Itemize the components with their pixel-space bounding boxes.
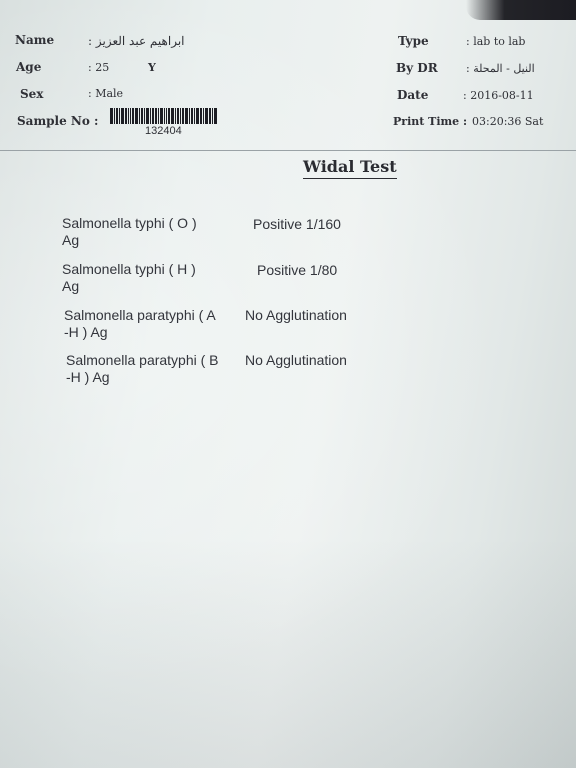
test-name-line: Ag xyxy=(62,278,80,294)
print-time-label: Print Time : xyxy=(393,115,468,128)
test-result-paratyphi-ah: No Agglutination xyxy=(245,307,347,323)
test-name-line: Salmonella paratyphi ( B xyxy=(66,352,219,368)
test-name-paratyphi-bh: Salmonella paratyphi ( B -H ) Ag xyxy=(66,352,246,386)
date-label: Date xyxy=(397,88,429,102)
print-time-value: 03:20:36 Sat xyxy=(472,115,544,128)
date-value: : 2016-08-11 xyxy=(463,89,534,102)
type-label: Type xyxy=(398,34,429,48)
test-name-line: Salmonella paratyphi ( A xyxy=(64,307,216,323)
doctor-value: : النيل - المحلة xyxy=(466,62,535,75)
sex-value: : Male xyxy=(88,87,124,100)
test-result-paratyphi-bh: No Agglutination xyxy=(245,352,347,368)
test-result-typhi-h: Positive 1/80 xyxy=(257,262,338,278)
test-name-paratyphi-ah: Salmonella paratyphi ( A -H ) Ag xyxy=(64,307,244,341)
test-result-typhi-o: Positive 1/160 xyxy=(253,216,341,232)
test-name-line: -H ) Ag xyxy=(64,324,108,340)
sample-number-label: Sample No : xyxy=(17,114,99,128)
age-label: Age xyxy=(16,60,42,74)
test-name-line: Ag xyxy=(62,232,80,248)
header-divider xyxy=(0,150,576,151)
sample-barcode xyxy=(110,108,226,124)
test-name-line: Salmonella typhi ( O ) xyxy=(62,215,197,231)
name-label: Name xyxy=(15,33,55,47)
photo-edge-shadow xyxy=(466,0,576,20)
name-value: : ابراهيم عبد العزيز xyxy=(88,34,185,48)
test-name-line: -H ) Ag xyxy=(66,369,110,385)
sex-label: Sex xyxy=(20,87,44,101)
test-name-typhi-o: Salmonella typhi ( O ) Ag xyxy=(62,215,242,249)
type-value: : lab to lab xyxy=(466,35,526,48)
report-title: Widal Test xyxy=(303,157,397,179)
age-unit: Y xyxy=(148,61,156,74)
test-name-typhi-h: Salmonella typhi ( H ) Ag xyxy=(62,261,242,295)
doctor-label: By DR xyxy=(396,61,438,75)
sample-number: 132404 xyxy=(145,125,182,137)
age-value: : 25 xyxy=(88,61,110,74)
test-name-line: Salmonella typhi ( H ) xyxy=(62,261,196,277)
